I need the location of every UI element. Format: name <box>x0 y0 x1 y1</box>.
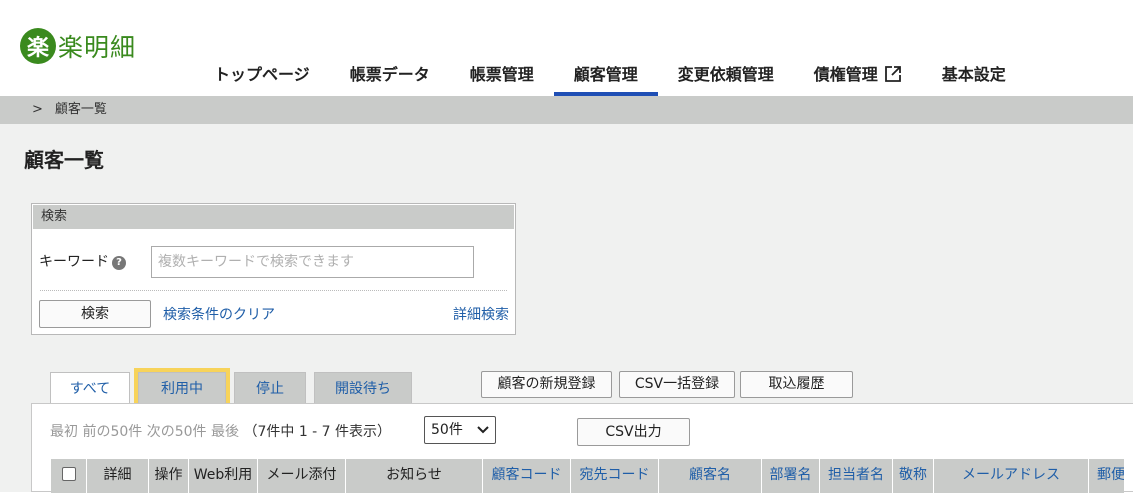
pager-last[interactable]: 最後 <box>211 424 239 440</box>
breadcrumb: > 顧客一覧 <box>0 96 1133 124</box>
main-content: 顧客一覧 検索 キーワード? 検索 検索条件のクリア 詳細検索 すべて 利用中 … <box>0 124 1133 493</box>
import-history-button[interactable]: 取込履歴 <box>740 371 853 398</box>
chevron-down-icon <box>477 426 489 434</box>
csv-bulk-register-button[interactable]: CSV一括登録 <box>619 371 735 398</box>
per-page-value: 50件 <box>431 422 463 438</box>
pager-next[interactable]: 次の50件 <box>147 424 207 440</box>
nav-item-form-data[interactable]: 帳票データ <box>330 60 450 96</box>
csv-output-button[interactable]: CSV出力 <box>577 418 690 446</box>
divider <box>40 290 507 291</box>
tab-all[interactable]: すべて <box>50 372 130 404</box>
tab-suspended[interactable]: 停止 <box>234 372 306 404</box>
pager: 最初 前の50件 次の50件 最後 （7件中 1 - 7 件表示） <box>50 421 391 441</box>
column-header-sortable[interactable]: 部署名 <box>761 459 819 493</box>
keyword-input[interactable] <box>151 246 474 278</box>
column-header-sortable[interactable]: 顧客名 <box>658 459 761 493</box>
nav-item-receivables-label: 債権管理 <box>813 65 878 84</box>
column-header-sortable[interactable]: 担当者名 <box>819 459 892 493</box>
column-header-sortable[interactable]: 顧客コード <box>482 459 570 493</box>
column-header-sortable[interactable]: 郵便 <box>1088 459 1124 493</box>
column-header-sortable[interactable]: 敬称 <box>892 459 933 493</box>
select-all-checkbox[interactable] <box>61 467 76 481</box>
search-panel-heading: 検索 <box>32 204 515 230</box>
help-icon[interactable]: ? <box>112 256 126 270</box>
status-tabs: すべて 利用中 停止 開設待ち <box>50 368 420 408</box>
column-header: メール添付 <box>257 459 345 493</box>
nav-item-basic-settings[interactable]: 基本設定 <box>922 60 1026 96</box>
logo-mark: 楽 <box>20 28 56 64</box>
tab-active[interactable]: 利用中 <box>134 368 230 408</box>
select-all-cell <box>51 459 86 493</box>
column-header: お知らせ <box>345 459 482 493</box>
app-header: 楽 楽明細 トップページ 帳票データ 帳票管理 顧客管理 変更依頼管理 債権管理… <box>0 0 1133 96</box>
table-header: 詳細 操作 Web利用 メール添付 お知らせ 顧客コード 宛先コード 顧客名 部… <box>51 459 1124 493</box>
main-nav: トップページ 帳票データ 帳票管理 顧客管理 変更依頼管理 債権管理 基本設定 <box>194 60 1026 96</box>
pager-count: （7件中 1 - 7 件表示） <box>243 424 392 440</box>
page-title: 顧客一覧 <box>24 148 104 172</box>
breadcrumb-separator: > <box>32 102 43 117</box>
column-header-sortable[interactable]: メールアドレス <box>933 459 1088 493</box>
nav-item-top-page[interactable]: トップページ <box>194 60 330 96</box>
external-link-icon <box>884 66 901 82</box>
pager-prev[interactable]: 前の50件 <box>82 424 142 440</box>
new-customer-button[interactable]: 顧客の新規登録 <box>481 371 612 398</box>
app-logo[interactable]: 楽 楽明細 <box>20 28 136 64</box>
column-header: 詳細 <box>86 459 148 493</box>
column-header: Web利用 <box>188 459 257 493</box>
tab-pending[interactable]: 開設待ち <box>314 372 412 404</box>
nav-item-customer-management[interactable]: 顧客管理 <box>553 60 658 96</box>
breadcrumb-current: 顧客一覧 <box>54 102 107 117</box>
keyword-label-text: キーワード <box>39 254 109 270</box>
keyword-label: キーワード? <box>39 251 126 271</box>
search-button[interactable]: 検索 <box>39 300 151 328</box>
column-header-sortable[interactable]: 宛先コード <box>570 459 658 493</box>
per-page-select[interactable]: 50件 <box>424 416 496 444</box>
nav-item-form-management[interactable]: 帳票管理 <box>450 60 554 96</box>
nav-item-receivables[interactable]: 債権管理 <box>794 60 922 96</box>
search-panel: 検索 キーワード? 検索 検索条件のクリア 詳細検索 <box>31 203 516 335</box>
customer-list-panel: 最初 前の50件 次の50件 最後 （7件中 1 - 7 件表示） 50件 CS… <box>31 403 1133 493</box>
clear-conditions-link[interactable]: 検索条件のクリア <box>163 304 275 324</box>
column-header: 操作 <box>148 459 188 493</box>
advanced-search-link[interactable]: 詳細検索 <box>453 304 509 324</box>
pager-first[interactable]: 最初 <box>50 424 78 440</box>
nav-item-change-request[interactable]: 変更依頼管理 <box>658 60 794 96</box>
logo-text: 楽明細 <box>58 33 137 62</box>
